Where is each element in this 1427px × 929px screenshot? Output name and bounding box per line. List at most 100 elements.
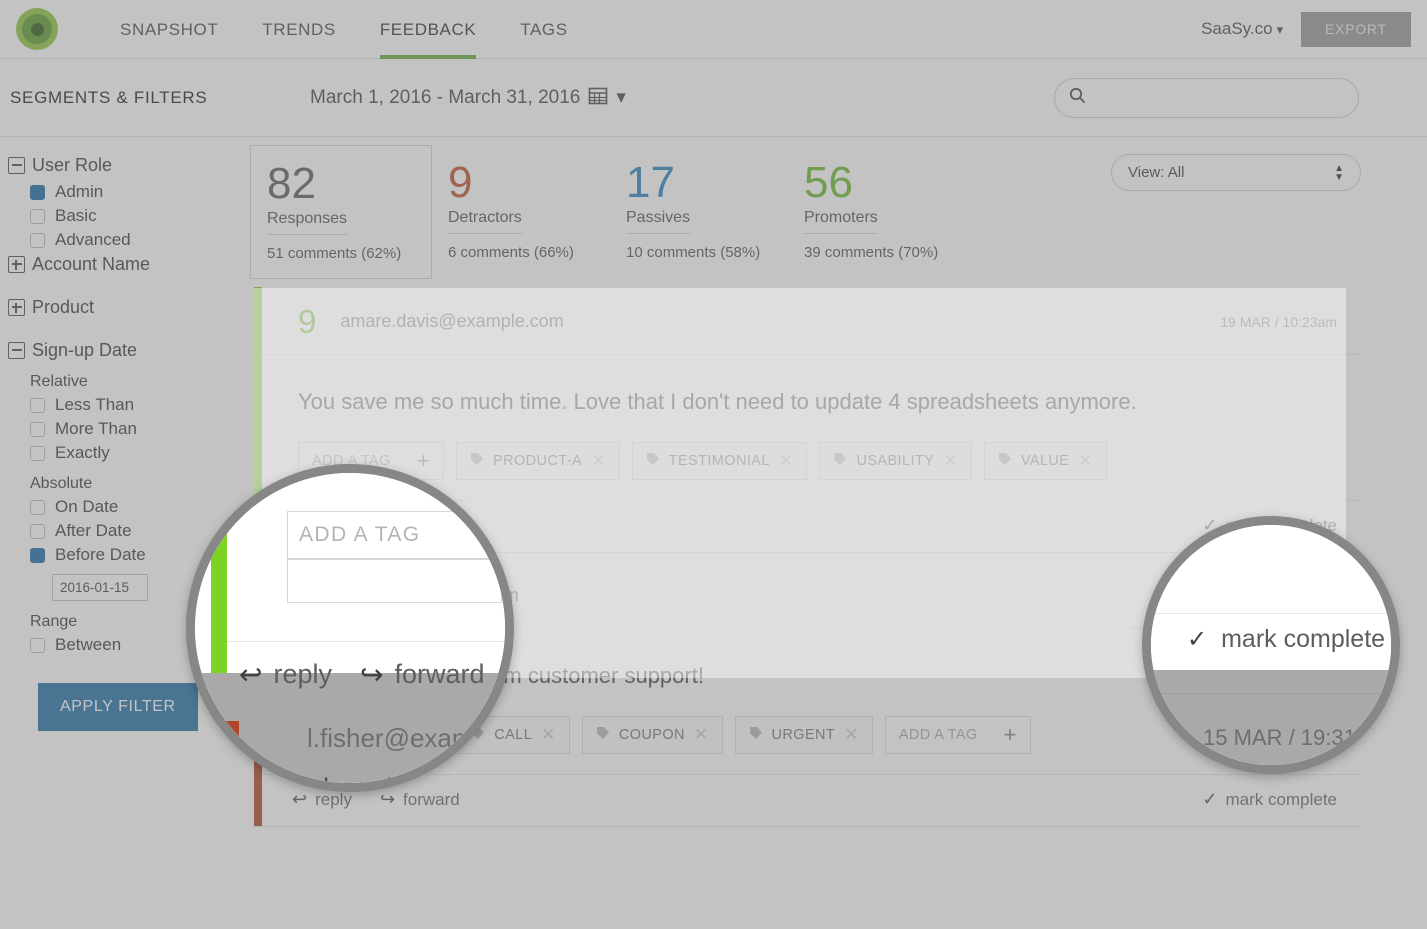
forward-arrow-icon: ↪ bbox=[379, 789, 396, 809]
checkbox-icon[interactable] bbox=[30, 208, 45, 224]
apply-filter-button[interactable]: APPLY FILTER bbox=[38, 683, 198, 731]
filter-option-label: After Date bbox=[55, 521, 132, 540]
lens-forward-button[interactable]: ↪ forward bbox=[360, 658, 485, 691]
search-box[interactable] bbox=[1054, 77, 1359, 118]
lens-reply-button[interactable]: ↩ reply bbox=[239, 658, 332, 691]
add-tag-input[interactable]: ADD A TAG + bbox=[884, 716, 1031, 754]
filter-group-signup-date[interactable]: Sign-up Date bbox=[8, 340, 240, 361]
plus-icon[interactable]: + bbox=[417, 450, 430, 472]
before-date-input[interactable] bbox=[52, 574, 148, 601]
tab-tags[interactable]: TAGS bbox=[498, 0, 589, 59]
tag-icon bbox=[998, 452, 1012, 470]
filter-group-label: Sign-up Date bbox=[32, 340, 138, 360]
lens-mark-complete-button[interactable]: ✓ mark complete bbox=[1187, 625, 1385, 654]
tag-chip[interactable]: USABILITY ✕ bbox=[819, 442, 972, 480]
lens-mark-complete-label: mark complete bbox=[1221, 625, 1386, 653]
remove-tag-icon[interactable]: ✕ bbox=[844, 726, 859, 743]
checkbox-icon[interactable] bbox=[30, 421, 45, 437]
mark-complete-button[interactable]: ✓ mark complete bbox=[1202, 789, 1337, 810]
filter-group-product[interactable]: Product bbox=[8, 297, 240, 318]
filter-option-label: Between bbox=[55, 635, 122, 654]
lens-content-left: ADD A TAG ↩ reply ↪ forward 3 .com l.fis… bbox=[195, 473, 505, 783]
segments-filters-title: SEGMENTS & FILTERS bbox=[10, 87, 208, 107]
relative-section-label: Relative bbox=[30, 373, 88, 390]
lens-add-tag-box-secondary[interactable] bbox=[287, 559, 502, 603]
filter-option-admin[interactable]: Admin bbox=[30, 182, 240, 202]
lens-footer-divider bbox=[227, 641, 505, 642]
tag-chip[interactable]: VALUE ✕ bbox=[983, 442, 1108, 480]
export-button[interactable]: EXPORT bbox=[1301, 11, 1411, 47]
tab-trends[interactable]: TRENDS bbox=[240, 0, 358, 59]
remove-tag-icon[interactable]: ✕ bbox=[541, 726, 556, 743]
stat-value: 82 bbox=[267, 159, 316, 208]
checkbox-icon[interactable] bbox=[30, 184, 45, 200]
lens-dimmed-region bbox=[1151, 670, 1391, 765]
minus-box-icon[interactable] bbox=[8, 342, 25, 359]
plus-icon[interactable]: + bbox=[1004, 724, 1017, 746]
search-input[interactable] bbox=[1095, 89, 1344, 106]
filter-group-user-role[interactable]: User Role bbox=[8, 155, 240, 176]
filter-option-label: Exactly bbox=[55, 443, 110, 462]
tag-icon bbox=[596, 726, 610, 744]
stat-card-promoters[interactable]: 56 Promoters 39 comments (70%) bbox=[788, 145, 966, 277]
stats-row: 82 Responses 51 comments (62%) 9 Detract… bbox=[240, 137, 1427, 279]
stat-card-passives[interactable]: 17 Passives 10 comments (58%) bbox=[610, 145, 788, 277]
filter-option-less-than[interactable]: Less Than bbox=[30, 395, 240, 415]
checkbox-icon[interactable] bbox=[30, 232, 45, 248]
tab-feedback[interactable]: FEEDBACK bbox=[358, 0, 498, 59]
filter-option-advanced[interactable]: Advanced bbox=[30, 230, 240, 250]
plus-box-icon[interactable] bbox=[8, 256, 25, 273]
filter-option-basic[interactable]: Basic bbox=[30, 206, 240, 226]
forward-button[interactable]: ↪ forward bbox=[380, 789, 460, 810]
checkbox-icon[interactable] bbox=[30, 397, 45, 413]
filter-option-label: Basic bbox=[55, 206, 97, 225]
chevron-down-icon: ▾ bbox=[1276, 22, 1284, 37]
remove-tag-icon[interactable]: ✕ bbox=[943, 452, 958, 469]
checkbox-icon[interactable] bbox=[30, 499, 45, 515]
filter-option-label: On Date bbox=[55, 497, 119, 516]
checkbox-icon[interactable] bbox=[30, 637, 45, 653]
view-select-dropdown[interactable]: View: All ▲ ▼ bbox=[1111, 154, 1361, 191]
tag-label: USABILITY bbox=[856, 453, 935, 469]
plus-box-icon[interactable] bbox=[8, 299, 25, 316]
respondent-email: amare.davis@example.com bbox=[340, 311, 564, 331]
tag-label: URGENT bbox=[771, 727, 836, 743]
stat-card-responses[interactable]: 82 Responses 51 comments (62%) bbox=[250, 145, 432, 279]
reply-button[interactable]: ↩ reply bbox=[292, 789, 352, 810]
stat-card-detractors[interactable]: 9 Detractors 6 comments (66%) bbox=[432, 145, 610, 277]
filter-option-more-than[interactable]: More Than bbox=[30, 419, 240, 439]
tag-icon bbox=[470, 452, 484, 470]
tag-chip[interactable]: TESTIMONIAL ✕ bbox=[631, 442, 808, 480]
checkbox-icon[interactable] bbox=[30, 523, 45, 539]
top-navigation-bar: SNAPSHOT TRENDS FEEDBACK TAGS SaaSy.co ▾ … bbox=[0, 0, 1427, 59]
stat-comments: 51 comments (62%) bbox=[267, 245, 402, 262]
lens-footer-actions: ↩ reply ↪ forward bbox=[239, 658, 485, 691]
remove-tag-icon[interactable]: ✕ bbox=[591, 452, 606, 469]
tab-snapshot[interactable]: SNAPSHOT bbox=[98, 0, 240, 59]
feedback-body-text: You save me so much time. Love that I do… bbox=[298, 389, 1137, 414]
lens-add-tag-placeholder: ADD A TAG bbox=[299, 523, 421, 546]
target-logo-icon[interactable] bbox=[16, 8, 58, 50]
chevron-down-icon: ▾ bbox=[616, 87, 626, 108]
stat-comments: 6 comments (66%) bbox=[448, 244, 574, 261]
view-select-label: View: All bbox=[1128, 164, 1185, 181]
stat-label: Promoters bbox=[804, 209, 878, 234]
checkbox-icon[interactable] bbox=[30, 445, 45, 461]
date-range-picker[interactable]: March 1, 2016 - March 31, 2016 ▾ bbox=[310, 85, 626, 111]
filter-option-exactly[interactable]: Exactly bbox=[30, 443, 240, 463]
lens-next-card-email: l.fisher@exam bbox=[307, 723, 474, 753]
tag-icon bbox=[833, 452, 847, 470]
checkbox-icon[interactable] bbox=[30, 547, 45, 563]
lens-score-accent-bar bbox=[211, 473, 227, 673]
remove-tag-icon[interactable]: ✕ bbox=[1078, 452, 1093, 469]
filter-option-label: Less Than bbox=[55, 395, 135, 414]
filter-group-account-name[interactable]: Account Name bbox=[8, 254, 240, 275]
forward-arrow-icon: ↪ bbox=[360, 659, 384, 690]
remove-tag-icon[interactable]: ✕ bbox=[779, 452, 794, 469]
select-arrows-icon: ▲ ▼ bbox=[1334, 162, 1344, 183]
remove-tag-icon[interactable]: ✕ bbox=[694, 726, 709, 743]
tag-chip[interactable]: URGENT ✕ bbox=[734, 716, 873, 754]
account-menu[interactable]: SaaSy.co ▾ bbox=[1201, 19, 1283, 39]
tag-chip[interactable]: COUPON ✕ bbox=[581, 716, 723, 754]
minus-box-icon[interactable] bbox=[8, 157, 25, 174]
